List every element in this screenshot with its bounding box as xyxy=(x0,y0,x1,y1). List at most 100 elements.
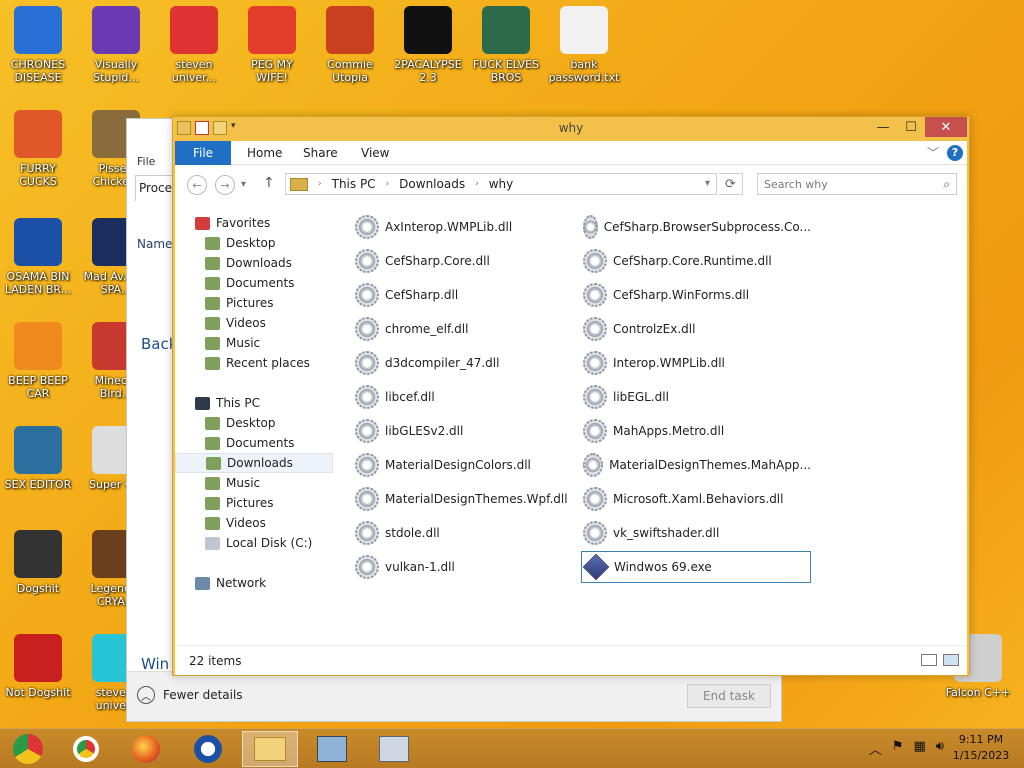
desktop-icon[interactable]: SEX EDITOR xyxy=(0,426,76,491)
taskbar-task-manager-button[interactable] xyxy=(366,731,422,767)
nav-favorite-item[interactable]: Recent places xyxy=(175,353,333,373)
desktop-icon[interactable]: steven univer... xyxy=(156,6,232,84)
desktop-icon[interactable]: 2PACALYPSE 2.3 xyxy=(390,6,466,84)
nav-this-pc-item[interactable]: Pictures xyxy=(175,493,333,513)
nav-favorite-item[interactable]: Music xyxy=(175,333,333,353)
taskbar-firefox-button[interactable] xyxy=(118,731,174,767)
tab-share[interactable]: Share xyxy=(303,141,338,165)
taskbar-chrome-button[interactable] xyxy=(58,731,114,767)
details-view-icon[interactable] xyxy=(921,654,937,666)
back-button[interactable]: ← xyxy=(187,175,207,195)
nav-favorite-item[interactable]: Pictures xyxy=(175,293,333,313)
show-hidden-icons-chevron-icon[interactable]: ︿ xyxy=(869,739,882,758)
dll-file-item[interactable]: libEGL.dll xyxy=(581,381,811,413)
menu-file[interactable]: File xyxy=(137,155,155,168)
nav-this-pc[interactable]: This PC xyxy=(175,393,333,413)
dll-file-item[interactable]: chrome_elf.dll xyxy=(353,313,583,345)
refresh-button[interactable]: ⟳ xyxy=(719,173,743,195)
nav-favorites[interactable]: Favorites xyxy=(175,213,333,233)
nav-this-pc-item[interactable]: Local Disk (C:) xyxy=(175,533,333,553)
start-chrome-pinned-button[interactable] xyxy=(0,731,56,767)
forward-button[interactable]: → xyxy=(215,175,235,195)
column-name-header[interactable]: Name xyxy=(137,237,172,251)
large-icons-view-icon[interactable] xyxy=(943,654,959,666)
nav-this-pc-item[interactable]: Videos xyxy=(175,513,333,533)
breadcrumb-why[interactable]: why xyxy=(489,177,514,191)
address-bar[interactable]: › This PC › Downloads › why ▾ xyxy=(285,173,717,195)
dll-file-item[interactable]: libcef.dll xyxy=(353,381,583,413)
dll-file-item[interactable]: stdole.dll xyxy=(353,517,583,549)
nav-favorite-item[interactable]: Downloads xyxy=(175,253,333,273)
dll-file-item[interactable]: CefSharp.Core.dll xyxy=(353,245,583,277)
volume-icon[interactable]: 🔊︎ xyxy=(936,739,944,758)
expand-ribbon-chevron-icon[interactable]: ﹀ xyxy=(927,144,939,161)
dll-file-item[interactable]: CefSharp.dll xyxy=(353,279,583,311)
chevron-right-icon[interactable]: › xyxy=(386,179,390,189)
fewer-details-button[interactable]: ︿ Fewer details xyxy=(137,686,243,704)
desktop-icon[interactable]: Dogshit xyxy=(0,530,76,595)
address-dropdown-chevron-icon[interactable]: ▾ xyxy=(705,178,710,189)
up-arrow-icon[interactable]: ↑ xyxy=(263,175,275,191)
dll-file-item[interactable]: MaterialDesignThemes.Wpf.dll xyxy=(353,483,583,515)
maximize-button[interactable]: ☐ xyxy=(897,117,925,137)
desktop-icon[interactable]: Not Dogshit xyxy=(0,634,76,699)
nav-this-pc-item[interactable]: Downloads xyxy=(175,453,333,473)
desktop-icon[interactable]: Visually Stupid... xyxy=(78,6,154,84)
dll-file-item[interactable]: MahApps.Metro.dll xyxy=(581,415,811,447)
dll-file-item[interactable]: vulkan-1.dll xyxy=(353,551,583,583)
desktop-icon[interactable]: PEG MY WIFE! xyxy=(234,6,310,84)
desktop-icon[interactable]: BEEP BEEP CAR xyxy=(0,322,76,400)
desktop-icon[interactable]: FURRY CUCKS xyxy=(0,110,76,188)
devcpp-icon xyxy=(14,634,62,682)
taskbar-obama-button[interactable] xyxy=(180,731,236,767)
dll-file-item[interactable]: ControlzEx.dll xyxy=(581,313,811,345)
dll-file-item[interactable]: libGLESv2.dll xyxy=(353,415,583,447)
nav-this-pc-item[interactable]: Documents xyxy=(175,433,333,453)
exe-file-item[interactable]: Windwos 69.exe xyxy=(581,551,811,583)
search-input[interactable]: Search why ⌕ xyxy=(757,173,957,195)
desktop-icon[interactable]: Commie Utopia xyxy=(312,6,388,84)
dll-gear-icon xyxy=(583,419,607,443)
dll-file-item[interactable]: MaterialDesignColors.dll xyxy=(353,449,583,481)
taskbar-network-app-button[interactable] xyxy=(304,731,360,767)
search-icon[interactable]: ⌕ xyxy=(943,177,950,192)
help-icon[interactable]: ? xyxy=(947,144,963,161)
tab-home[interactable]: Home xyxy=(247,141,282,165)
chevron-right-icon[interactable]: › xyxy=(318,179,322,189)
dll-file-item[interactable]: MaterialDesignThemes.MahApp... xyxy=(581,449,811,481)
dll-file-item[interactable]: vk_swiftshader.dll xyxy=(581,517,811,549)
breadcrumb-this-pc[interactable]: This PC xyxy=(332,177,376,191)
flag-icon[interactable]: ⚑ xyxy=(892,739,904,758)
dll-file-item[interactable]: AxInterop.WMPLib.dll xyxy=(353,211,583,243)
network-icon[interactable]: ▦ xyxy=(914,739,926,758)
desktop-icon[interactable]: CHRONES DISEASE xyxy=(0,6,76,84)
chevron-right-icon[interactable]: › xyxy=(475,179,479,189)
nav-favorite-item[interactable]: Desktop xyxy=(175,233,333,253)
minimize-button[interactable]: — xyxy=(869,117,897,137)
desktop-icon[interactable]: FUCK ELVES BROS xyxy=(468,6,544,84)
dll-file-item[interactable]: d3dcompiler_47.dll xyxy=(353,347,583,379)
nav-favorite-item[interactable]: Documents xyxy=(175,273,333,293)
dll-file-item[interactable]: CefSharp.WinForms.dll xyxy=(581,279,811,311)
taskbar-explorer-button[interactable] xyxy=(242,731,298,767)
end-task-button[interactable]: End task xyxy=(687,684,771,708)
title-bar[interactable]: ▾ why — ☐ ✕ xyxy=(173,117,969,141)
explorer-content: Favorites Desktop Downloads Documents Pictur… xyxy=(175,205,967,645)
dll-file-item[interactable]: Interop.WMPLib.dll xyxy=(581,347,811,379)
nav-this-pc-item[interactable]: Desktop xyxy=(175,413,333,433)
nav-network[interactable]: Network xyxy=(175,573,333,593)
recent-locations-chevron-icon[interactable]: ▾ xyxy=(241,179,246,190)
dll-file-item[interactable]: CefSharp.BrowserSubprocess.Co... xyxy=(581,211,811,243)
breadcrumb-downloads[interactable]: Downloads xyxy=(399,177,465,191)
desktop-icon[interactable]: bank password.txt xyxy=(546,6,622,84)
close-button[interactable]: ✕ xyxy=(925,117,967,137)
tab-file[interactable]: File xyxy=(175,141,231,165)
nav-this-pc-item[interactable]: Music xyxy=(175,473,333,493)
dll-file-item[interactable]: CefSharp.Core.Runtime.dll xyxy=(581,245,811,277)
file-explorer-window[interactable]: ▾ why — ☐ ✕ File Home Share View ﹀ ? ← →… xyxy=(172,116,970,676)
tab-view[interactable]: View xyxy=(361,141,389,165)
clock[interactable]: 9:11 PM 1/15/2023 xyxy=(946,732,1016,764)
dll-file-item[interactable]: Microsoft.Xaml.Behaviors.dll xyxy=(581,483,811,515)
nav-favorite-item[interactable]: Videos xyxy=(175,313,333,333)
desktop-icon[interactable]: OSAMA BIN LADEN BR... xyxy=(0,218,76,296)
